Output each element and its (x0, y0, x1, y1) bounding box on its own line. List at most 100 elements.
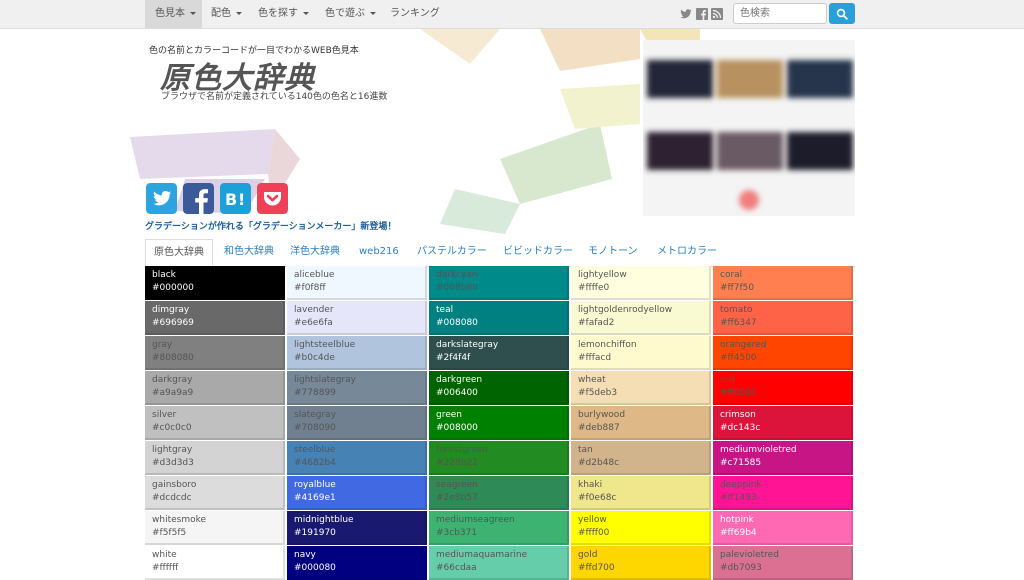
gradient-maker-announcement[interactable]: グラデーションが作れる「グラデーションメーカー」新登場！ (145, 219, 396, 232)
facebook-share-icon[interactable] (183, 183, 214, 214)
color-name: orangered (720, 340, 767, 350)
tab-yoshoku[interactable]: 洋色大辞典 (290, 239, 340, 265)
color-swatch-lemonchiffon[interactable]: lemonchiffon #fffacd (571, 336, 711, 370)
tab-metro[interactable]: メトロカラー (657, 239, 717, 265)
color-name: navy (294, 550, 316, 560)
color-swatch-tan[interactable]: tan #d2b48c (571, 441, 711, 475)
color-hex-code: #808080 (152, 353, 194, 363)
color-hex-code: #ffffff (152, 563, 179, 573)
color-swatch-darkgreen[interactable]: darkgreen #006400 (429, 371, 569, 405)
color-swatch-whitesmoke[interactable]: whitesmoke #f5f5f5 (145, 511, 285, 545)
color-name: hotpink (720, 515, 754, 525)
color-swatch-gray[interactable]: gray #808080 (145, 336, 285, 370)
color-swatch-deeppink[interactable]: deeppink #ff1493 (713, 476, 853, 510)
color-swatch-lavender[interactable]: lavender #e6e6fa (287, 301, 427, 335)
color-hex-code: #db7093 (720, 563, 762, 573)
twitter-share-icon[interactable] (146, 183, 177, 214)
color-swatch-green[interactable]: green #008000 (429, 406, 569, 440)
color-swatch-tomato[interactable]: tomato #ff6347 (713, 301, 853, 335)
pocket-icon[interactable] (257, 183, 288, 214)
color-hex-code: #696969 (152, 318, 194, 328)
tab-pastel[interactable]: パステルカラー (417, 239, 487, 265)
nav-item-label: 色を探す (258, 8, 298, 19)
color-swatch-white[interactable]: white #ffffff (145, 546, 285, 580)
twitter-icon[interactable] (680, 8, 692, 20)
tab-genshoku[interactable]: 原色大辞典 (145, 239, 213, 267)
color-swatch-lightyellow[interactable]: lightyellow #ffffe0 (571, 266, 711, 300)
color-swatch-khaki[interactable]: khaki #f0e68c (571, 476, 711, 510)
color-swatch-wheat[interactable]: wheat #f5deb3 (571, 371, 711, 405)
color-swatch-aliceblue[interactable]: aliceblue #f0f8ff (287, 266, 427, 300)
color-hex-code: #ff0000 (720, 388, 757, 398)
tab-washoku[interactable]: 和色大辞典 (224, 239, 274, 265)
color-swatch-darkgray[interactable]: darkgray #a9a9a9 (145, 371, 285, 405)
color-hex-code: #008b8b (436, 283, 478, 293)
color-swatch-coral[interactable]: coral #ff7f50 (713, 266, 853, 300)
search-icon (836, 8, 848, 20)
color-name: teal (436, 305, 454, 315)
caret-down-icon (190, 11, 196, 15)
color-swatch-crimson[interactable]: crimson #dc143c (713, 406, 853, 440)
nav-item-play-with-color[interactable]: 色で遊ぶ (325, 0, 376, 28)
color-name: green (436, 410, 462, 420)
color-swatch-mediumaquamarine[interactable]: mediumaquamarine #66cdaa (429, 546, 569, 580)
color-swatch-black[interactable]: black #000000 (145, 266, 285, 300)
color-swatch-gold[interactable]: gold #ffd700 (571, 546, 711, 580)
color-name: lightgray (152, 445, 193, 455)
color-hex-code: #2e8b57 (436, 493, 478, 503)
color-hex-code: #dc143c (720, 423, 761, 433)
nav-item-label: ランキング (390, 8, 440, 19)
color-swatch-darkcyan[interactable]: darkcyan #008b8b (429, 266, 569, 300)
tab-monotone[interactable]: モノトーン (588, 239, 638, 265)
nav-item-ranking[interactable]: ランキング (390, 0, 440, 28)
color-swatch-seagreen[interactable]: seagreen #2e8b57 (429, 476, 569, 510)
color-name: gainsboro (152, 480, 197, 490)
color-swatch-palevioletred[interactable]: palevioletred #db7093 (713, 546, 853, 580)
color-name: deeppink (720, 480, 762, 490)
color-swatch-darkslategray[interactable]: darkslategray #2f4f4f (429, 336, 569, 370)
color-swatch-teal[interactable]: teal #008080 (429, 301, 569, 335)
nav-item-label: 色見本 (155, 8, 185, 19)
color-hex-code: #228b22 (436, 458, 478, 468)
color-swatch-silver[interactable]: silver #c0c0c0 (145, 406, 285, 440)
nav-item-color-samples[interactable]: 色見本 (145, 0, 202, 28)
tab-web216[interactable]: web216 (359, 239, 399, 265)
tab-vivid[interactable]: ビビッドカラー (503, 239, 573, 265)
color-swatch-lightgray[interactable]: lightgray #d3d3d3 (145, 441, 285, 475)
color-hex-code: #66cdaa (436, 563, 477, 573)
color-swatch-lightgoldenrodyellow[interactable]: lightgoldenrodyellow #fafad2 (571, 301, 711, 335)
facebook-icon[interactable] (696, 8, 708, 20)
color-search-input[interactable] (733, 3, 827, 24)
color-swatch-red[interactable]: red #ff0000 (713, 371, 853, 405)
color-swatch-navy[interactable]: navy #000080 (287, 546, 427, 580)
color-name: lightyellow (578, 270, 627, 280)
color-swatch-dimgray[interactable]: dimgray #696969 (145, 301, 285, 335)
color-name: darkgreen (436, 375, 483, 385)
color-swatch-royalblue[interactable]: royalblue #4169e1 (287, 476, 427, 510)
color-swatch-mediumvioletred[interactable]: mediumvioletred #c71585 (713, 441, 853, 475)
color-name: coral (720, 270, 743, 280)
search-button[interactable] (829, 3, 855, 24)
color-swatch-orangered[interactable]: orangered #ff4500 (713, 336, 853, 370)
hatena-bookmark-icon[interactable]: B ! (220, 183, 251, 214)
color-swatch-steelblue[interactable]: steelblue #4682b4 (287, 441, 427, 475)
color-swatch-burlywood[interactable]: burlywood #deb887 (571, 406, 711, 440)
color-name: steelblue (294, 445, 336, 455)
nav-item-color-scheme[interactable]: 配色 (211, 0, 242, 28)
color-swatch-lightslategray[interactable]: lightslategray #778899 (287, 371, 427, 405)
color-swatch-forestgreen[interactable]: forestgreen #228b22 (429, 441, 569, 475)
color-swatch-midnightblue[interactable]: midnightblue #191970 (287, 511, 427, 545)
color-swatch-mediumseagreen[interactable]: mediumseagreen #3cb371 (429, 511, 569, 545)
nav-item-find-color[interactable]: 色を探す (258, 0, 309, 28)
color-swatch-yellow[interactable]: yellow #ffff00 (571, 511, 711, 545)
advertisement-banner[interactable] (643, 40, 855, 216)
color-swatch-lightsteelblue[interactable]: lightsteelblue #b0c4de (287, 336, 427, 370)
color-swatch-slategray[interactable]: slategray #708090 (287, 406, 427, 440)
color-hex-code: #fffacd (578, 353, 612, 363)
color-swatch-gainsboro[interactable]: gainsboro #dcdcdc (145, 476, 285, 510)
color-hex-code: #d2b48c (578, 458, 620, 468)
rss-icon[interactable] (711, 8, 723, 20)
color-name: yellow (578, 515, 607, 525)
color-name: darkslategray (436, 340, 499, 350)
color-swatch-hotpink[interactable]: hotpink #ff69b4 (713, 511, 853, 545)
